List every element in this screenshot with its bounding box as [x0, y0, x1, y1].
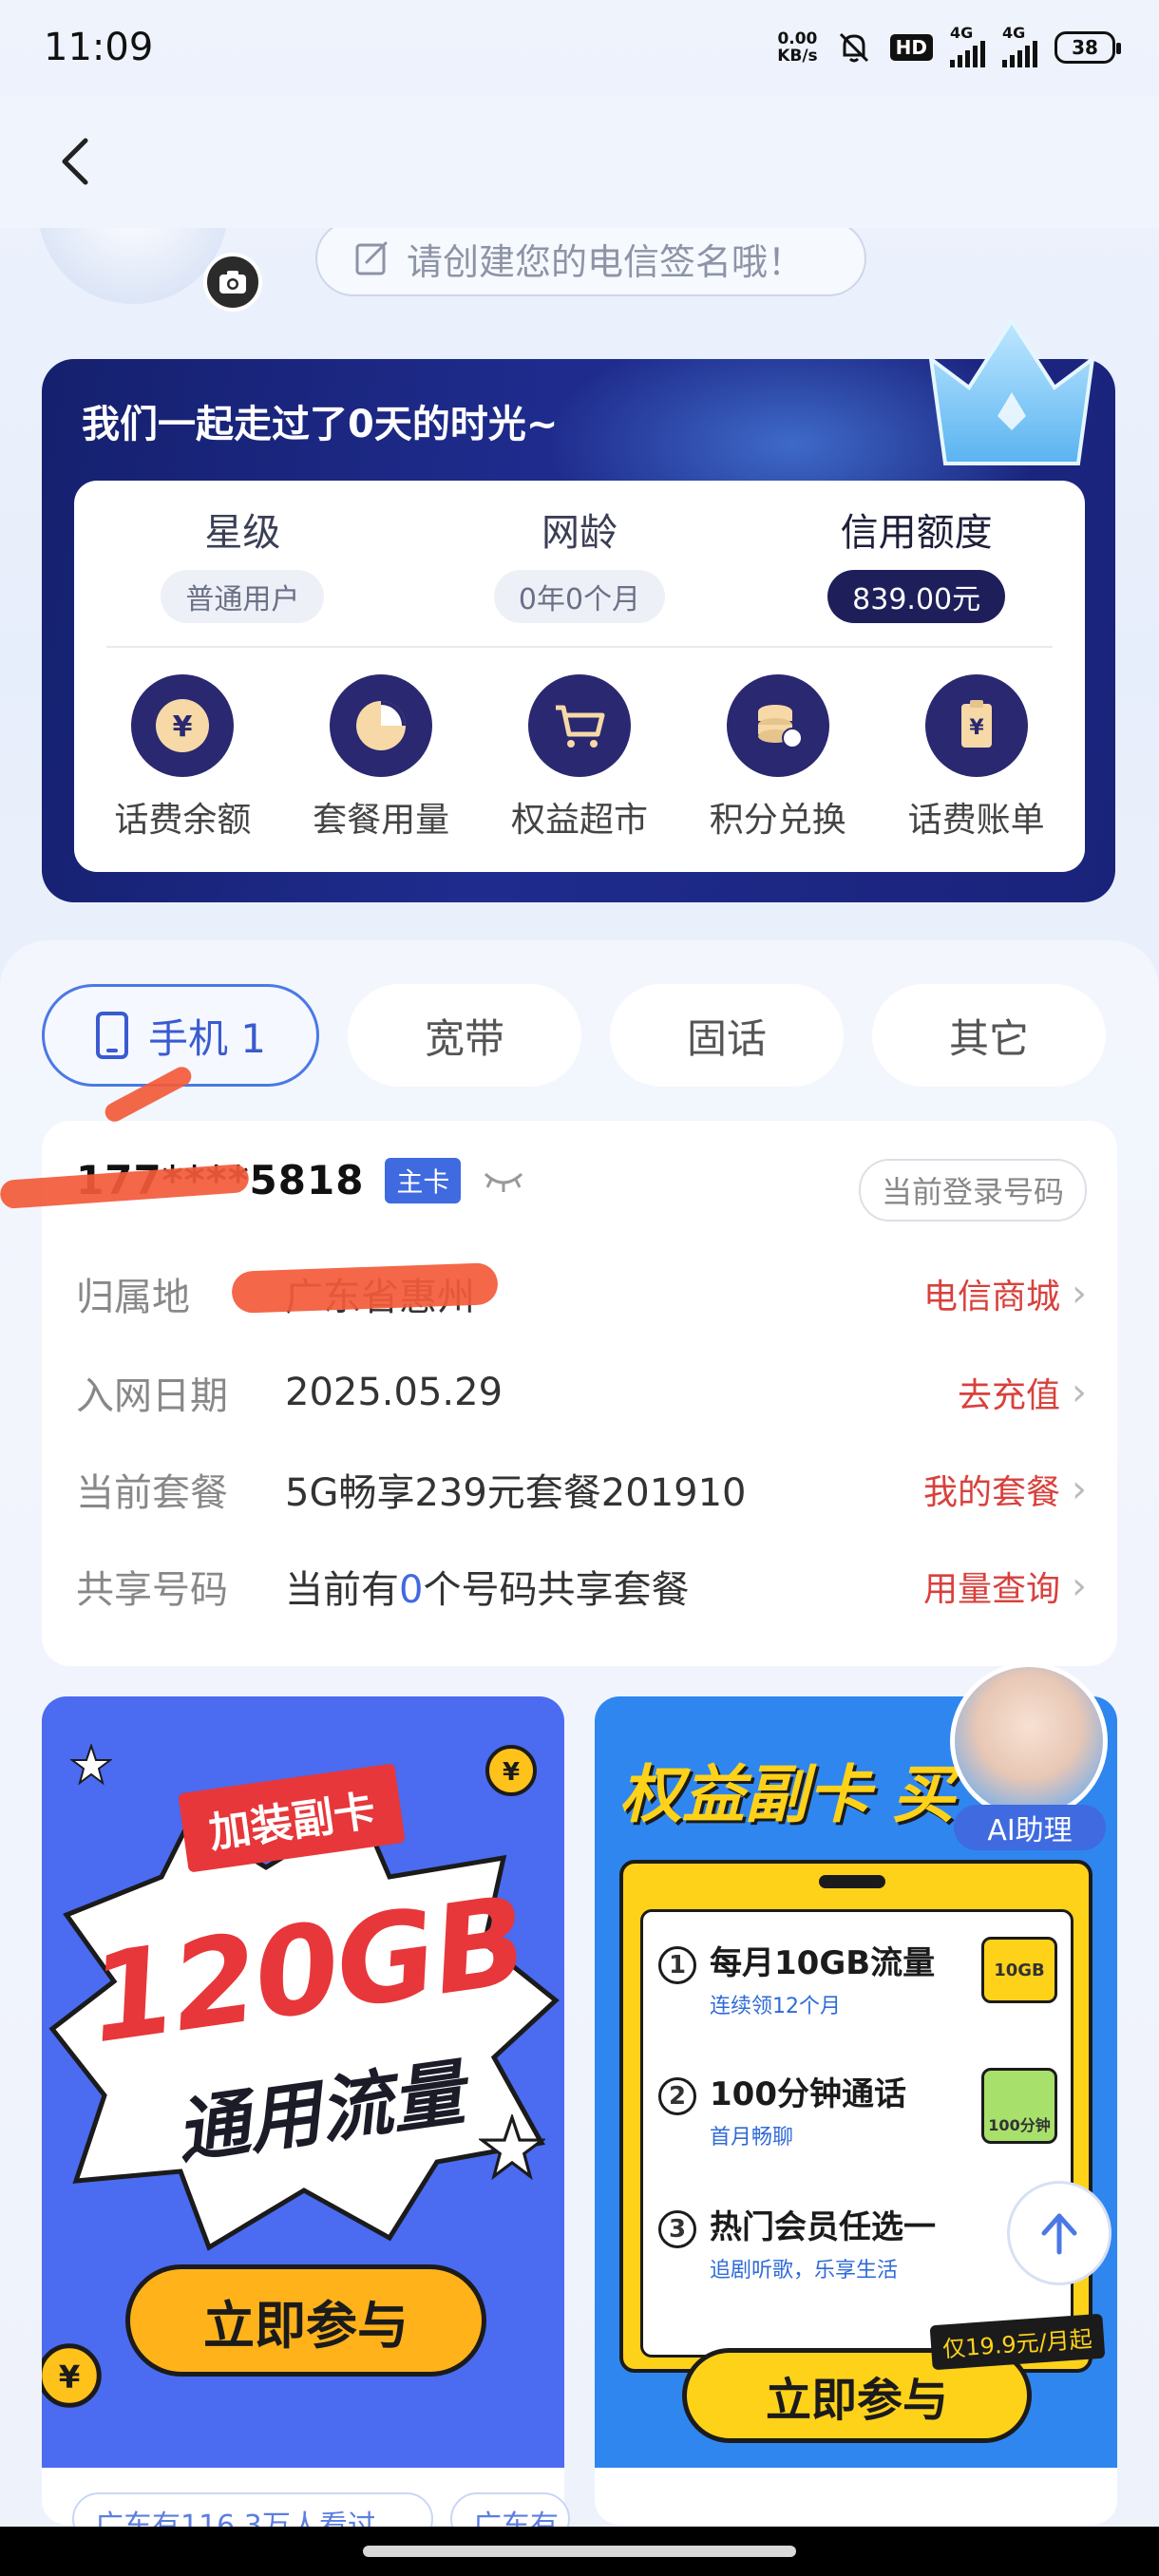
link-telecom-mall[interactable]: 电信商城 ›: [923, 1269, 1087, 1318]
coin-icon: ¥: [485, 1745, 537, 1796]
account-info-card: 177****5818 主卡 当前登录号码 归属地 广东省惠州 电信商城 › 入…: [42, 1121, 1117, 1666]
shortcut-points[interactable]: 积分兑换: [683, 674, 873, 842]
ai-assistant[interactable]: AI助理: [950, 1662, 1115, 1862]
shortcut-usage[interactable]: 套餐用量: [286, 674, 476, 842]
coin-icon: ¥: [42, 2343, 102, 2408]
net-speed: 0.00 KB/s: [777, 29, 818, 66]
star-icon: [479, 2114, 545, 2181]
star-icon: [70, 1744, 112, 1786]
shortcut-balance[interactable]: ¥ 话费余额: [87, 674, 277, 842]
signal-icon: 4G: [1002, 24, 1037, 67]
data-badge-icon: 10GB: [981, 1937, 1057, 2003]
benefit-list: 1 每月10GB流量 连续领12个月 10GB 2 100分钟通话 首月畅聊 1…: [640, 1909, 1074, 2358]
banner-right-title: 权益副卡 买: [619, 1758, 955, 1831]
bill-icon: ¥: [960, 700, 992, 748]
arrow-up-icon: [1041, 2213, 1077, 2255]
link-my-plan[interactable]: 我的套餐 ›: [923, 1465, 1087, 1514]
page: 11:09 0.00 KB/s HD 4G 4G 38 请创建您的电信签名哦！ …: [0, 0, 1159, 2576]
info-row-plan: 当前套餐 5G畅享239元套餐201910 我的套餐 ›: [76, 1461, 1087, 1518]
benefit-item: 3 热门会员任选一 追剧听歌，乐享生活: [658, 2201, 1057, 2283]
eye-closed-icon[interactable]: [482, 1166, 525, 1195]
tab-other[interactable]: 其它: [872, 984, 1106, 1087]
svg-text:¥: ¥: [503, 1758, 520, 1787]
home-indicator-bar: [0, 2527, 1159, 2576]
svg-text:¥: ¥: [59, 2359, 81, 2396]
shortcut-market[interactable]: 权益超市: [484, 674, 674, 842]
stat-network-age[interactable]: 网龄 0年0个月: [437, 502, 722, 623]
chevron-right-icon: ›: [1072, 1468, 1087, 1511]
benefit-item: 2 100分钟通话 首月畅聊 100分钟: [658, 2068, 1057, 2150]
shopping-cart-icon: [555, 705, 605, 748]
stats-row: 星级 普通用户 网龄 0年0个月 信用额度 839.00元: [74, 481, 1085, 623]
svg-text:¥: ¥: [969, 716, 984, 740]
shortcut-bill[interactable]: ¥ 话费账单: [882, 674, 1072, 842]
crown-badge-icon: [928, 317, 1095, 465]
signal-icon: 4G: [950, 24, 985, 67]
tab-landline[interactable]: 固话: [610, 984, 844, 1087]
signature-input[interactable]: 请创建您的电信签名哦！: [315, 220, 866, 296]
phone-icon: [95, 1012, 128, 1059]
home-indicator[interactable]: [363, 2546, 796, 2557]
bell-muted-icon: [839, 32, 868, 63]
chevron-right-icon: ›: [1072, 1371, 1087, 1414]
banner-right-footer: [595, 2468, 1117, 2525]
chevron-right-icon: ›: [1072, 1564, 1087, 1608]
info-row-location: 归属地 广东省惠州 电信商城 ›: [76, 1265, 1087, 1322]
assistant-avatar: [950, 1662, 1108, 1820]
membership-headline: 我们一起走过了0天的时光~: [82, 403, 559, 446]
status-icons: 0.00 KB/s HD 4G 4G 38: [777, 24, 1121, 67]
back-to-top-button[interactable]: [1007, 2181, 1112, 2285]
battery-icon: 38: [1054, 31, 1121, 64]
yuan-coin-icon: ¥: [156, 699, 210, 752]
banner-left-join-button[interactable]: 立即参与: [125, 2264, 486, 2377]
benefit-item: 1 每月10GB流量 连续领12个月 10GB: [658, 1937, 1057, 2019]
svg-text:¥: ¥: [173, 710, 193, 744]
chevron-right-icon: ›: [1072, 1272, 1087, 1316]
banner-extra-card[interactable]: 加装副卡 120GB 通用流量 ¥ ¥ 立即参与: [42, 1696, 564, 2468]
coins-stack-icon: [757, 705, 803, 748]
phone-call-badge-icon: 100分钟: [981, 2068, 1057, 2144]
back-arrow-icon[interactable]: [53, 133, 101, 190]
membership-inner-card: 星级 普通用户 网龄 0年0个月 信用额度 839.00元 ¥ 话费余额 套餐用…: [74, 481, 1085, 872]
pie-chart-icon: [356, 701, 407, 750]
benefit-board: 1 每月10GB流量 连续领12个月 10GB 2 100分钟通话 首月畅聊 1…: [619, 1860, 1092, 2373]
signature-placeholder: 请创建您的电信签名哦！: [407, 240, 805, 283]
info-row-shared: 共享号码 当前有0个号码共享套餐 用量查询 ›: [76, 1558, 1087, 1615]
camera-icon[interactable]: [203, 253, 262, 312]
hd-badge: HD: [889, 34, 933, 61]
current-login-tag: 当前登录号码: [858, 1159, 1087, 1222]
status-bar: 11:09 0.00 KB/s HD 4G 4G 38: [0, 0, 1159, 95]
edit-icon: [355, 241, 388, 275]
stat-credit[interactable]: 信用额度 839.00元: [774, 502, 1059, 623]
link-recharge[interactable]: 去充值 ›: [958, 1368, 1087, 1417]
status-time: 11:09: [44, 26, 154, 69]
link-usage-query[interactable]: 用量查询 ›: [923, 1562, 1087, 1611]
tab-broadband[interactable]: 宽带: [348, 984, 581, 1087]
shortcut-row: ¥ 话费余额 套餐用量 权益超市 积分兑换 ¥ 话费账单: [74, 648, 1085, 842]
tab-bar: 手机 1 宽带 固话 其它: [42, 984, 1117, 1087]
assistant-label: AI助理: [954, 1805, 1106, 1850]
main-card-badge: 主卡: [385, 1157, 462, 1203]
info-row-join-date: 入网日期 2025.05.29 去充值 ›: [76, 1364, 1087, 1421]
nav-bar: [0, 95, 1159, 228]
stat-level[interactable]: 星级 普通用户: [100, 502, 385, 623]
